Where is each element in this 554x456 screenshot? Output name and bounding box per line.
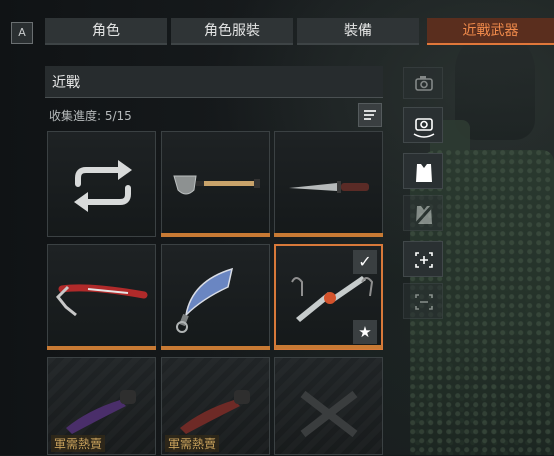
melee-slot-cross-blades[interactable] <box>274 357 383 455</box>
hot-sale-label: 軍需熱賣 <box>165 435 220 452</box>
hotkey-badge: A <box>11 22 33 44</box>
melee-slot-red-ice-pick[interactable] <box>47 244 156 350</box>
tab-equipment[interactable]: 裝備 <box>297 18 419 45</box>
melee-slot-shovel[interactable] <box>161 131 270 237</box>
hot-sale-label: 軍需熱賣 <box>51 435 106 452</box>
shovel-icon <box>173 175 260 195</box>
zoom-in-icon <box>415 252 433 268</box>
zoom-out-button[interactable] <box>403 283 443 319</box>
tab-bar: 角色 角色服裝 裝備 近戰武器 <box>45 18 554 45</box>
melee-slot-red-knife[interactable]: 軍需熱賣 <box>161 357 270 455</box>
camera-rotate-icon <box>413 118 435 138</box>
vest-hide-icon <box>413 203 435 227</box>
camera-icon <box>415 76 433 91</box>
collection-progress: 收集進度: 5/15 <box>49 109 132 123</box>
zoom-out-icon <box>415 294 433 310</box>
ice-pick-icon <box>55 284 148 317</box>
tab-character-outfit[interactable]: 角色服裝 <box>171 18 293 45</box>
cross-blades-icon <box>300 390 358 438</box>
panel-header: 近戰 <box>45 66 383 98</box>
combat-knife-icon <box>289 181 369 193</box>
random-swap-icon <box>74 160 132 212</box>
hide-vest-button[interactable] <box>403 195 443 231</box>
karambit-icon <box>176 267 234 333</box>
show-vest-button[interactable] <box>403 153 443 189</box>
tab-melee-weapons[interactable]: 近戰武器 <box>427 18 554 45</box>
tab-character[interactable]: 角色 <box>45 18 167 45</box>
melee-slot-purple-knife[interactable]: 軍需熱賣 <box>47 357 156 455</box>
melee-slot-twin-blades[interactable]: ✓ ★ <box>274 244 383 350</box>
melee-slot-random[interactable] <box>47 131 156 237</box>
vest-icon <box>416 164 432 182</box>
favorite-star-icon[interactable]: ★ <box>353 320 377 344</box>
equipped-check-icon[interactable]: ✓ <box>353 250 377 274</box>
camera-button[interactable] <box>403 67 443 99</box>
melee-slot-combat-knife[interactable] <box>274 131 383 237</box>
melee-slot-blue-karambit[interactable] <box>161 244 270 350</box>
zoom-in-button[interactable] <box>403 241 443 277</box>
filter-button[interactable] <box>358 103 382 127</box>
camera-rotate-button[interactable] <box>403 107 443 143</box>
panel-title: 近戰 <box>52 75 80 91</box>
